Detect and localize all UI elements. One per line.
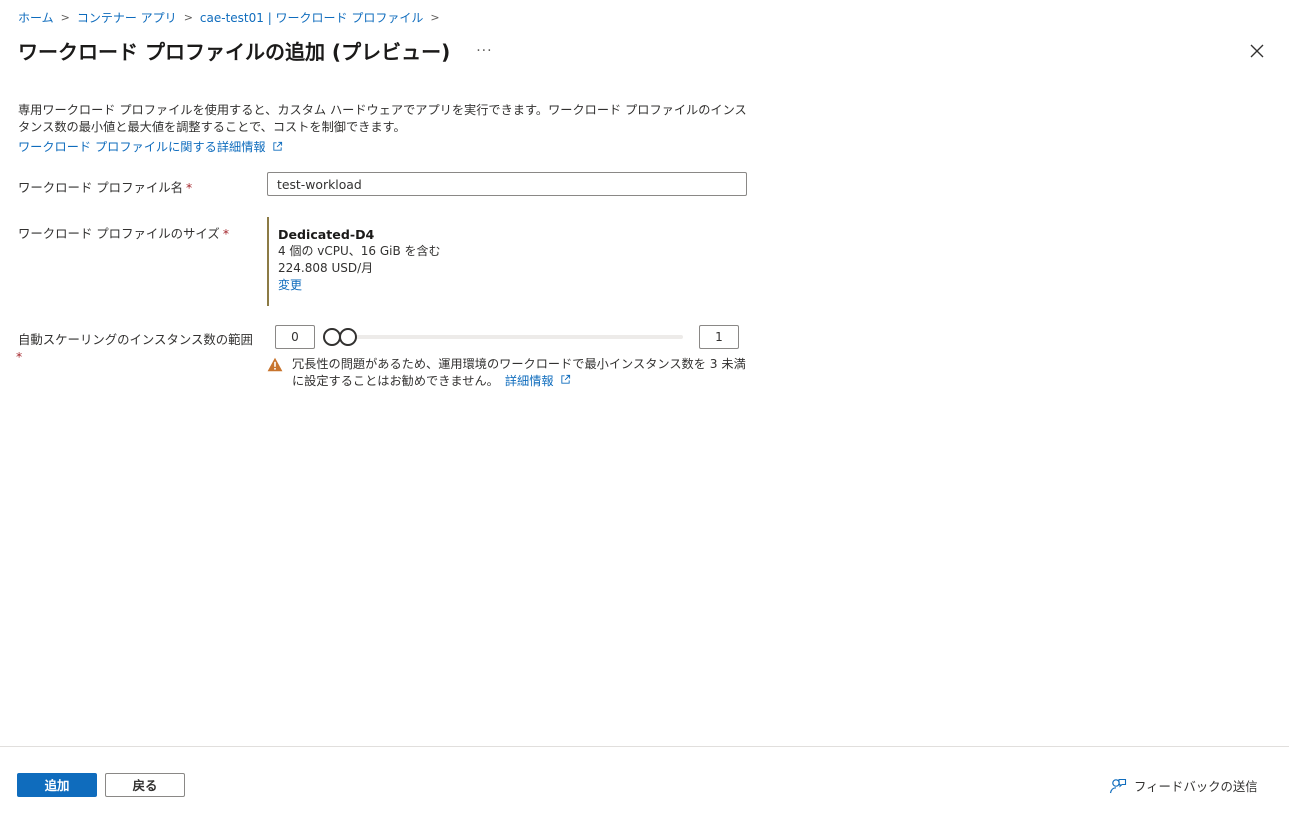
send-feedback-label: フィードバックの送信 [1134,779,1258,794]
redundancy-warning: 冗長性の問題があるため、運用環境のワークロードで最小インスタンス数を 3 未満に… [267,356,757,390]
breadcrumb-home[interactable]: ホーム [18,9,54,26]
profile-size-summary: Dedicated-D4 4 個の vCPU、16 GiB を含む 224.80… [267,217,467,306]
learn-more-link[interactable]: ワークロード プロファイルに関する詳細情報 [18,137,283,155]
back-button[interactable]: 戻る [105,773,185,797]
change-size-link[interactable]: 変更 [278,277,467,294]
warning-learn-more-label: 詳細情報 [504,374,554,388]
close-icon[interactable] [1248,42,1266,60]
more-options-button[interactable]: ··· [476,43,492,59]
min-instances-input[interactable] [275,325,315,349]
warning-learn-more-link[interactable]: 詳細情報 [505,374,571,388]
chevron-right-icon: > [60,11,70,24]
profile-name-label-text: ワークロード プロファイル名 [18,180,184,195]
profile-name-label: ワークロード プロファイル名 * [18,178,192,196]
profile-size-label: ワークロード プロファイルのサイズ * [18,224,229,242]
max-instances-input[interactable] [699,325,739,349]
required-marker: * [222,226,230,241]
page-title: ワークロード プロファイルの追加 (プレビュー) [18,40,451,64]
breadcrumb-container-apps[interactable]: コンテナー アプリ [77,9,177,26]
learn-more-link-label: ワークロード プロファイルに関する詳細情報 [18,140,266,154]
size-spec: 4 個の vCPU、16 GiB を含む [278,244,441,258]
footer-divider [0,746,1289,747]
required-marker: * [16,349,23,364]
profile-name-input[interactable] [267,172,747,196]
external-link-icon [273,141,282,151]
profile-size-label-text: ワークロード プロファイルのサイズ [18,226,220,241]
description-text: 専用ワークロード プロファイルを使用すると、カスタム ハードウェアでアプリを実行… [18,103,747,134]
external-link-icon [560,374,570,384]
feedback-icon [1109,778,1127,794]
chevron-right-icon: > [430,11,440,24]
required-marker: * [186,180,193,195]
breadcrumb: ホーム > コンテナー アプリ > cae-test01 | ワークロード プロ… [18,9,447,26]
size-price: 224.808 USD/月 [278,261,374,275]
add-button[interactable]: 追加 [17,773,97,797]
add-workload-profile-page: ホーム > コンテナー アプリ > cae-test01 | ワークロード プロ… [0,0,1289,814]
warning-message: 冗長性の問題があるため、運用環境のワークロードで最小インスタンス数を 3 未満に… [292,356,754,390]
send-feedback-button[interactable]: フィードバックの送信 [1109,777,1258,795]
instance-range-slider-track[interactable] [325,335,683,339]
title-row: ワークロード プロファイルの追加 (プレビュー) ··· [18,36,493,65]
autoscale-range-label: 自動スケーリングのインスタンス数の範囲 [18,330,253,348]
breadcrumb-environment[interactable]: cae-test01 | ワークロード プロファイル [200,9,423,26]
warning-icon [267,357,283,372]
size-name: Dedicated-D4 [278,227,375,242]
slider-max-thumb[interactable] [339,328,357,346]
chevron-right-icon: > [183,11,193,24]
autoscale-range-label-text: 自動スケーリングのインスタンス数の範囲 [18,332,253,347]
